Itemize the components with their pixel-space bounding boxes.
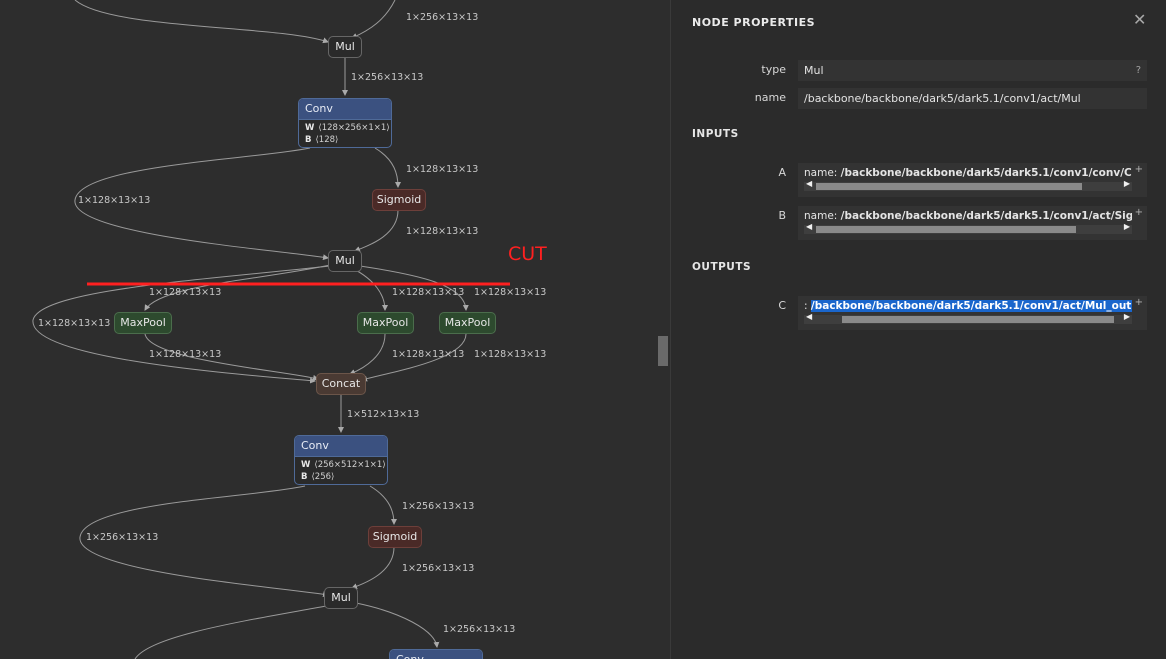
io-prefix: name:: [804, 167, 841, 179]
node-conv-2[interactable]: Conv W ⟨256×512×1×1⟩ B ⟨256⟩: [294, 435, 388, 485]
horizontal-scrollbar[interactable]: ◀ ▶: [804, 179, 1132, 191]
edge-shape-label: 1×256×13×13: [443, 624, 516, 635]
type-label: type: [761, 63, 786, 76]
edge-shape-label: 1×128×13×13: [474, 349, 547, 360]
attr-value: ⟨256×512×1×1⟩: [314, 460, 386, 470]
node-label: MaxPool: [120, 316, 166, 329]
io-prefix: name:: [804, 210, 841, 222]
edge-shape-label: 1×128×13×13: [406, 226, 479, 237]
attr-value: ⟨256⟩: [311, 472, 335, 482]
name-value: /backbone/backbone/dark5/dark5.1/conv1/a…: [804, 92, 1081, 105]
node-mul-selected[interactable]: Mul: [328, 250, 362, 272]
expand-plus-icon[interactable]: +: [1135, 164, 1143, 175]
attr-key: B: [305, 135, 312, 145]
horizontal-scrollbar[interactable]: ◀ ▶: [804, 222, 1132, 234]
graph-canvas[interactable]: 1×256×13×13 1×256×13×13 1×128×13×13 1×12…: [0, 0, 657, 659]
edge-shape-label: 1×512×13×13: [347, 409, 420, 420]
input-a-value[interactable]: /backbone/backbone/dark5/dark5.1/conv1/c…: [841, 167, 1132, 179]
output-c-label: C: [778, 299, 786, 312]
node-label: Mul: [331, 591, 351, 604]
node-label: Concat: [321, 377, 361, 390]
input-b-label: B: [778, 209, 786, 222]
name-field[interactable]: /backbone/backbone/dark5/dark5.1/conv1/a…: [798, 88, 1147, 109]
scrollbar-thumb[interactable]: [816, 226, 1076, 233]
edge-shape-label: 1×128×13×13: [392, 287, 465, 298]
input-a-label: A: [778, 166, 786, 179]
node-label: Mul: [335, 254, 355, 267]
scroll-right-icon[interactable]: ▶: [1124, 222, 1130, 231]
horizontal-scrollbar[interactable]: ◀ ▶: [804, 312, 1132, 324]
edge-shape-label: 1×256×13×13: [406, 12, 479, 23]
scrollbar-thumb[interactable]: [842, 316, 1114, 323]
input-b-field[interactable]: name: /backbone/backbone/dark5/dark5.1/c…: [798, 206, 1147, 240]
edge-shape-label: 1×256×13×13: [402, 501, 475, 512]
scroll-left-icon[interactable]: ◀: [806, 179, 812, 188]
edge-shape-label: 1×128×13×13: [406, 164, 479, 175]
node-label: Conv: [390, 650, 482, 659]
scroll-right-icon[interactable]: ▶: [1124, 179, 1130, 188]
edge-shape-label: 1×128×13×13: [149, 349, 222, 360]
node-label: Mul: [335, 40, 355, 53]
panel-title: NODE PROPERTIES: [692, 16, 815, 29]
type-value: Mul: [804, 64, 824, 77]
node-sigmoid-2[interactable]: Sigmoid: [368, 526, 422, 548]
input-b-value[interactable]: /backbone/backbone/dark5/dark5.1/conv1/a…: [841, 210, 1132, 222]
output-c-value[interactable]: /backbone/backbone/dark5/dark5.1/conv1/a…: [810, 300, 1132, 312]
node-concat[interactable]: Concat: [316, 373, 366, 395]
edge-shape-label: 1×128×13×13: [149, 287, 222, 298]
node-label: MaxPool: [444, 316, 491, 329]
close-icon[interactable]: ✕: [1133, 10, 1146, 29]
cut-annotation-label: CUT: [508, 243, 547, 265]
type-field: Mul ?: [798, 60, 1147, 81]
attr-key: B: [301, 472, 308, 482]
node-mul-bottom[interactable]: Mul: [324, 587, 358, 609]
scroll-left-icon[interactable]: ◀: [806, 222, 812, 231]
help-icon[interactable]: ?: [1136, 60, 1141, 81]
node-sigmoid-1[interactable]: Sigmoid: [372, 189, 426, 211]
edge-shape-label: 1×128×13×13: [392, 349, 465, 360]
scroll-left-icon[interactable]: ◀: [806, 312, 812, 321]
inputs-section-title: INPUTS: [692, 128, 739, 140]
edge-shape-label: 1×128×13×13: [474, 287, 547, 298]
input-a-field[interactable]: name: /backbone/backbone/dark5/dark5.1/c…: [798, 163, 1147, 197]
node-mul-top[interactable]: Mul: [328, 36, 362, 58]
scroll-right-icon[interactable]: ▶: [1124, 312, 1130, 321]
node-maxpool-3[interactable]: MaxPool: [439, 312, 496, 334]
graph-scrollbar-thumb[interactable]: [658, 336, 668, 366]
expand-plus-icon[interactable]: +: [1135, 207, 1143, 218]
edge-shape-label: 1×256×13×13: [402, 563, 475, 574]
edge-shape-label: 1×128×13×13: [78, 195, 151, 206]
attr-value: ⟨128×256×1×1⟩: [318, 123, 390, 133]
name-label: name: [754, 91, 786, 104]
expand-plus-icon[interactable]: +: [1135, 297, 1143, 308]
node-maxpool-1[interactable]: MaxPool: [114, 312, 172, 334]
node-conv-3[interactable]: Conv: [389, 649, 483, 659]
edge-shape-label: 1×256×13×13: [351, 72, 424, 83]
attr-value: ⟨128⟩: [315, 135, 339, 145]
node-label: Conv: [295, 436, 387, 457]
node-maxpool-2[interactable]: MaxPool: [357, 312, 414, 334]
node-label: Sigmoid: [372, 530, 418, 543]
node-label: Conv: [299, 99, 391, 120]
attr-key: W: [305, 123, 315, 133]
outputs-section-title: OUTPUTS: [692, 261, 752, 273]
scrollbar-thumb[interactable]: [816, 183, 1082, 190]
node-label: MaxPool: [362, 316, 409, 329]
node-properties-panel: NODE PROPERTIES ✕ type Mul ? name /backb…: [670, 0, 1166, 659]
edge-shape-label: 1×256×13×13: [86, 532, 159, 543]
edge-shape-label: 1×128×13×13: [38, 318, 111, 329]
attr-key: W: [301, 460, 311, 470]
output-c-field[interactable]: : /backbone/backbone/dark5/dark5.1/conv1…: [798, 296, 1147, 330]
node-conv-1[interactable]: Conv W ⟨128×256×1×1⟩ B ⟨128⟩: [298, 98, 392, 148]
node-label: Sigmoid: [376, 193, 422, 206]
io-prefix: :: [804, 300, 811, 312]
